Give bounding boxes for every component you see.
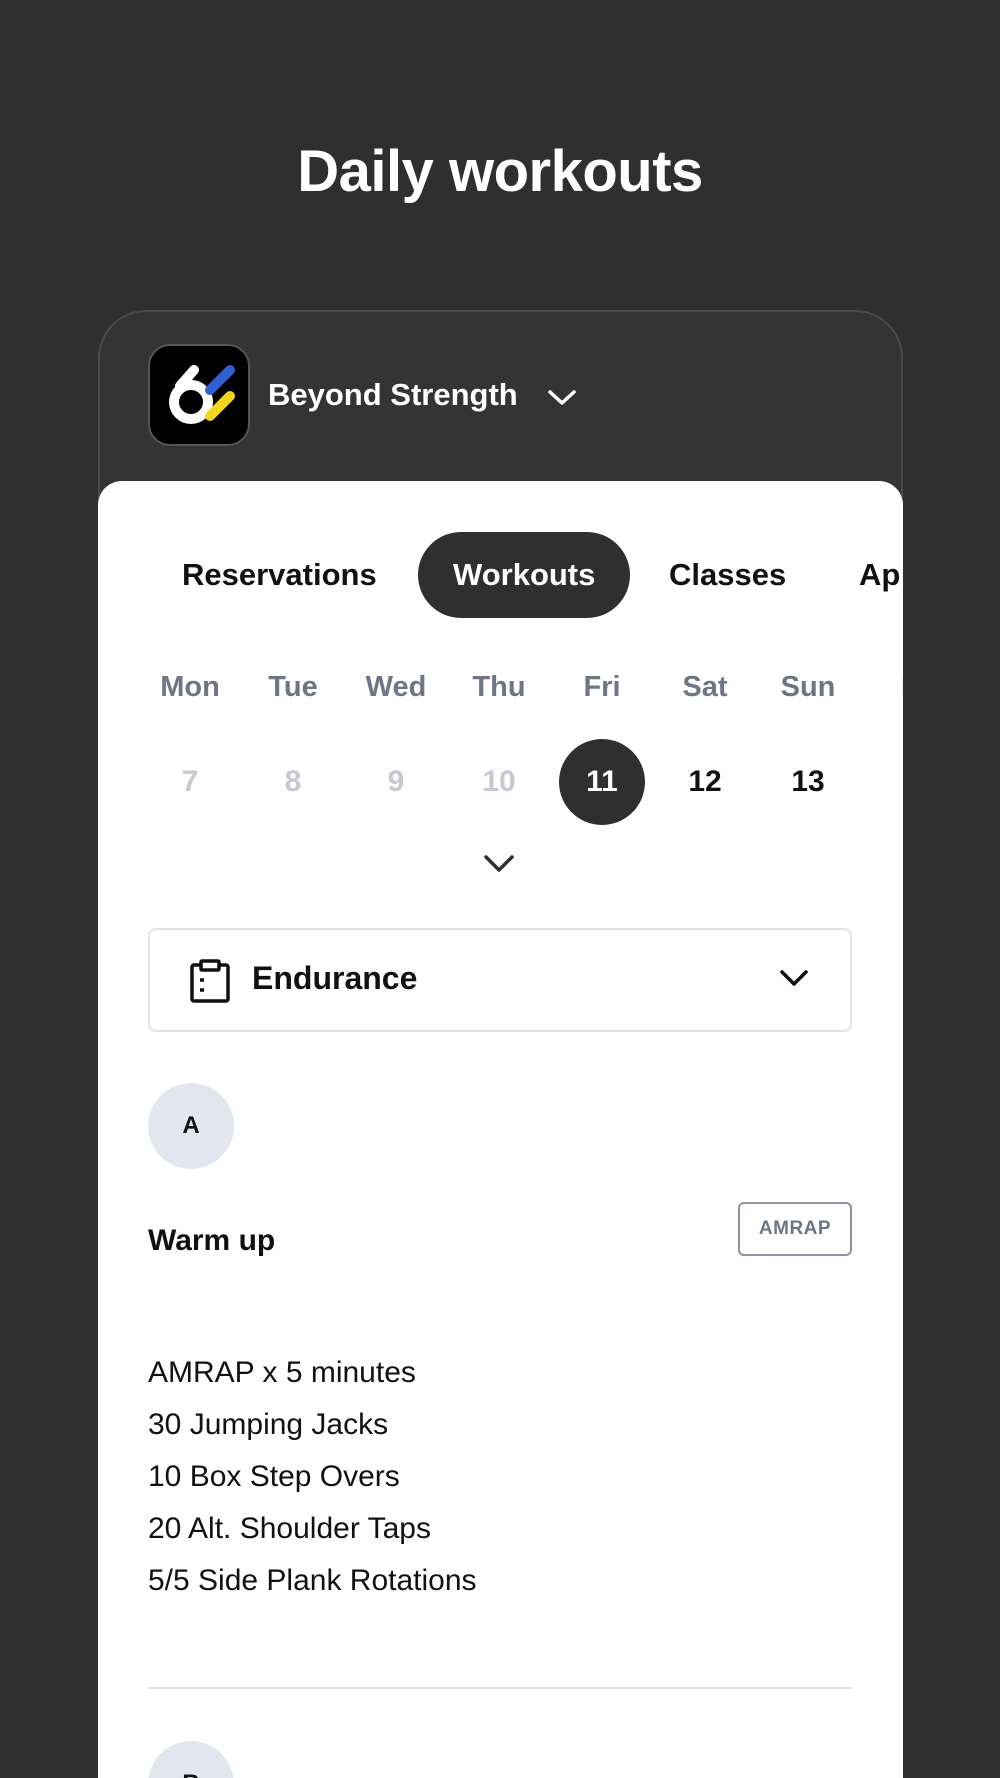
weekday-label: Tue [268, 671, 318, 703]
weekday-label: Thu [472, 671, 526, 703]
day-button-selected[interactable]: 11 [559, 739, 645, 825]
chevron-down-icon [547, 390, 576, 405]
day-button[interactable]: 1 [868, 739, 904, 825]
day-button[interactable]: 10 [456, 739, 542, 825]
tab-apps-partial[interactable]: Ap [824, 532, 903, 618]
section-letter-badge: A [148, 1083, 234, 1169]
section-description: AMRAP x 5 minutes 30 Jumping Jacks 10 Bo… [148, 1347, 848, 1607]
weekday-label: Wed [365, 671, 427, 703]
weekday-label: Sun [780, 671, 836, 703]
chevron-down-icon [780, 970, 808, 986]
section-divider [148, 1687, 852, 1689]
beyond-strength-logo-icon [148, 344, 250, 446]
tab-classes[interactable]: Classes [634, 532, 821, 618]
day-button[interactable]: 13 [765, 739, 851, 825]
section-letter-badge: B [148, 1741, 234, 1778]
gym-switcher[interactable]: Beyond Strength [148, 344, 578, 446]
day-button[interactable]: 12 [662, 739, 748, 825]
weekday-label: n [98, 671, 132, 704]
tab-reservations[interactable]: Reservations [147, 532, 412, 618]
clipboard-icon [190, 959, 230, 1003]
exercise-line: AMRAP x 5 minutes [148, 1356, 416, 1389]
section-title: Warm up [148, 1224, 276, 1257]
exercise-line: 10 Box Step Overs [148, 1460, 400, 1493]
weekday-label: Sat [682, 671, 728, 703]
weekday-row: n Mon Tue Wed Thu Fri Sat Sun M [98, 671, 903, 711]
exercise-line: 5/5 Side Plank Rotations [148, 1564, 477, 1597]
gym-name: Beyond Strength [268, 377, 518, 412]
tab-workouts[interactable]: Workouts [418, 532, 631, 618]
exercise-line: 20 Alt. Shoulder Taps [148, 1512, 431, 1545]
exercise-line: 30 Jumping Jacks [148, 1408, 389, 1441]
workout-type-select[interactable]: Endurance [148, 928, 852, 1032]
weekday-label: Mon [160, 671, 220, 703]
weekday-label: Fri [583, 671, 621, 703]
page-headline: Daily workouts [297, 139, 703, 204]
day-number-row: 7 8 9 10 11 12 13 1 [98, 739, 903, 825]
expand-calendar-chevron-icon[interactable] [482, 853, 516, 875]
day-button[interactable]: 8 [250, 739, 336, 825]
day-button[interactable]: 7 [147, 739, 233, 825]
day-button[interactable]: 9 [353, 739, 439, 825]
workout-format-tag: AMRAP [738, 1202, 852, 1256]
weekday-label: M [870, 671, 903, 704]
tab-bar: Reservations Workouts Classes Ap [98, 532, 903, 618]
workout-type-value: Endurance [252, 960, 418, 996]
content-card: Reservations Workouts Classes Ap n Mon T… [98, 481, 903, 1778]
